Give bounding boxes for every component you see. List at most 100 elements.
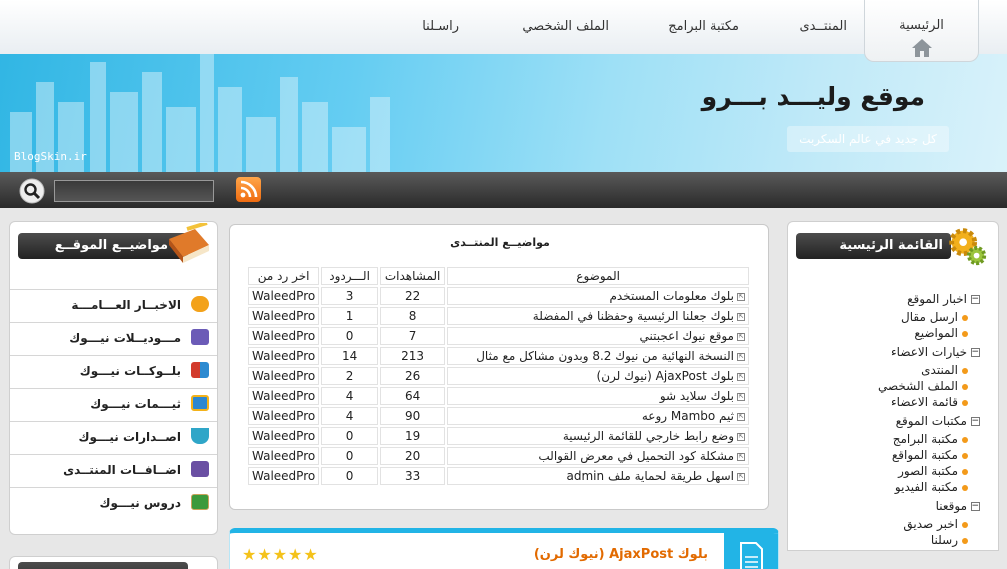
topic-title[interactable]: بلوك معلومات المستخدم — [609, 289, 734, 303]
topic-item-blocks[interactable]: بلــوكــات نيـــوك — [10, 355, 217, 385]
topic-item-modules[interactable]: مـــوديــلات نيـــوك — [10, 322, 217, 352]
topic-cell[interactable]: ⇱مشكلة كود التحميل في معرض القوالب — [447, 447, 749, 465]
topic-cell[interactable]: ⇱ثيم Mambo روعه — [447, 407, 749, 425]
rss-feed-icon[interactable] — [236, 177, 261, 202]
last-reply-user[interactable]: WaleedPro — [248, 367, 320, 385]
topic-title[interactable]: ثيم Mambo روعه — [642, 409, 734, 423]
topic-title[interactable]: مشكلة كود التحميل في معرض القوالب — [538, 449, 734, 463]
menu-group-member-options[interactable]: −خيارات الاعضاء — [891, 345, 980, 359]
site-subtitle: كل جديد في عالم السكربت — [787, 126, 949, 152]
speech-bubble-icon — [191, 296, 209, 312]
table-row: ⇱اسهل طريقة لحماية ملف admin 33 0 WaleedPro — [248, 467, 749, 485]
topic-title[interactable]: بلوك سلايد شو — [660, 389, 734, 403]
last-reply-user[interactable]: WaleedPro — [248, 467, 320, 485]
table-row: ⇱بلوك معلومات المستخدم 22 3 WaleedPro — [248, 287, 749, 305]
menu-item-images-library[interactable]: مكتبة الصور — [898, 464, 968, 478]
last-reply-user[interactable]: WaleedPro — [248, 407, 320, 425]
menu-group-label: موقعنا — [935, 499, 967, 513]
topic-cell[interactable]: ⇱بلوك AjaxPost (نيوك لرن) — [447, 367, 749, 385]
topic-cell[interactable]: ⇱وضع رابط خارجي للقائمة الرئيسية — [447, 427, 749, 445]
topic-link-icon: ⇱ — [737, 452, 745, 461]
topic-title[interactable]: وضع رابط خارجي للقائمة الرئيسية — [563, 429, 734, 443]
search-icon[interactable] — [18, 177, 48, 205]
replies-cell: 0 — [321, 447, 378, 465]
topic-title[interactable]: موقع نيوك اعجبتني — [639, 329, 734, 343]
site-topics-panel: مواضيــع الموقــع الاخبــار العـــامـــة… — [9, 221, 218, 535]
table-row: ⇱النسخة النهائية من نيوك 8.2 وبدون مشاكل… — [248, 347, 749, 365]
last-reply-user[interactable]: WaleedPro — [248, 387, 320, 405]
nav-home-tab[interactable]: الرئيسية — [864, 0, 979, 62]
topic-item-label: مـــوديــلات نيـــوك — [69, 331, 181, 345]
menu-item-label: مكتبة المواقع — [891, 448, 958, 462]
bullet-icon — [962, 468, 968, 475]
top-navigation: الرئيسية المنتــدى مكتبة البرامج الملف ا… — [0, 0, 1007, 62]
replies-cell: 0 — [321, 467, 378, 485]
rating-stars[interactable]: ★★★★★ — [242, 545, 319, 564]
bullet-icon — [962, 452, 968, 459]
topic-title[interactable]: النسخة النهائية من نيوك 8.2 وبدون مشاكل … — [476, 349, 734, 363]
blocks-icon — [191, 362, 209, 378]
views-cell: 22 — [379, 287, 446, 305]
menu-item-tell-friend[interactable]: اخبر صديق — [903, 517, 968, 531]
menu-item-contact[interactable]: رسلنا — [931, 533, 968, 547]
replies-cell: 2 — [321, 367, 378, 385]
last-reply-user[interactable]: WaleedPro — [248, 427, 320, 445]
nav-forum-link[interactable]: المنتــدى — [799, 19, 847, 34]
collapse-icon: − — [971, 416, 980, 426]
topic-item-releases[interactable]: اصــدارات نيـــوك — [10, 421, 217, 451]
menu-item-video-library[interactable]: مكتبة الفيديو — [895, 480, 968, 494]
menu-item-profile[interactable]: الملف الشخصي — [878, 379, 968, 393]
menu-item-members-list[interactable]: قائمة الاعضاء — [891, 395, 968, 409]
menu-item-label: رسلنا — [930, 533, 958, 547]
last-reply-user[interactable]: WaleedPro — [248, 347, 320, 365]
menu-group-site-news[interactable]: −اخبار الموقع — [907, 292, 980, 306]
topic-title[interactable]: اسهل طريقة لحماية ملف admin — [567, 469, 734, 483]
topic-item-news[interactable]: الاخبــار العـــامـــة — [10, 289, 217, 319]
menu-item-submit-article[interactable]: ارسل مقال — [901, 310, 968, 324]
nav-contact-link[interactable]: راسـلنا — [422, 19, 459, 34]
topic-cell[interactable]: ⇱بلوك معلومات المستخدم — [447, 287, 749, 305]
table-row: ⇱ثيم Mambo روعه 90 4 WaleedPro — [248, 407, 749, 425]
last-reply-user[interactable]: WaleedPro — [248, 287, 320, 305]
views-cell: 64 — [379, 387, 446, 405]
addons-icon — [191, 461, 209, 477]
last-reply-user[interactable]: WaleedPro — [248, 447, 320, 465]
forum-topics-title: مواضيــع المنتــدى — [450, 236, 550, 249]
topic-item-lessons[interactable]: دروس نيـــوك — [10, 487, 217, 517]
col-views: المشاهدات — [379, 267, 446, 285]
nav-software-link[interactable]: مكتبة البرامج — [668, 19, 739, 34]
menu-item-sites-library[interactable]: مكتبة المواقع — [892, 448, 968, 462]
topic-title[interactable]: بلوك AjaxPost (نيوك لرن) — [597, 369, 734, 383]
topic-cell[interactable]: ⇱اسهل طريقة لحماية ملف admin — [447, 467, 749, 485]
site-topics-title-bar: مواضيــع الموقــع — [18, 233, 188, 259]
topic-cell[interactable]: ⇱بلوك سلايد شو — [447, 387, 749, 405]
nav-profile-link[interactable]: الملف الشخصي — [522, 19, 609, 34]
bullet-icon — [962, 314, 968, 321]
topic-cell[interactable]: ⇱موقع نيوك اعجبتني — [447, 327, 749, 345]
topic-link-icon: ⇱ — [737, 332, 745, 341]
topic-item-forum-addons[interactable]: اضــافــات المنتــدى — [10, 454, 217, 484]
cup-icon — [191, 428, 209, 444]
home-icon — [911, 39, 932, 57]
menu-item-label: اخبر صديق — [903, 517, 958, 531]
topic-title[interactable]: بلوك جعلنا الرئيسية وحفظنا في المفضلة — [533, 309, 734, 323]
replies-cell: 1 — [321, 307, 378, 325]
topic-cell[interactable]: ⇱النسخة النهائية من نيوك 8.2 وبدون مشاكل… — [447, 347, 749, 365]
views-cell: 26 — [379, 367, 446, 385]
menu-group-libraries[interactable]: −مكتبات الموقع — [896, 414, 980, 428]
post-title-link[interactable]: بلوك AjaxPost (نيوك لرن) — [534, 547, 708, 562]
menu-item-topics[interactable]: المواضيع — [914, 326, 968, 340]
menu-group-our-site[interactable]: −موقعنا — [936, 499, 980, 513]
collapse-icon: − — [971, 501, 980, 511]
search-input[interactable] — [54, 180, 214, 202]
last-reply-user[interactable]: WaleedPro — [248, 307, 320, 325]
topic-item-themes[interactable]: ثيـــمات نيـــوك — [10, 388, 217, 418]
last-reply-user[interactable]: WaleedPro — [248, 327, 320, 345]
bullet-icon — [962, 484, 968, 491]
menu-item-label: مكتبة البرامج — [892, 432, 958, 446]
main-menu-tree: −اخبار الموقع ارسل مقال المواضيع −خيارات… — [788, 222, 1000, 552]
menu-item-software-library[interactable]: مكتبة البرامج — [893, 432, 968, 446]
table-row: ⇱مشكلة كود التحميل في معرض القوالب 20 0 Wal… — [248, 447, 749, 465]
menu-item-forum[interactable]: المنتدى — [921, 363, 968, 377]
topic-cell[interactable]: ⇱بلوك جعلنا الرئيسية وحفظنا في المفضلة — [447, 307, 749, 325]
